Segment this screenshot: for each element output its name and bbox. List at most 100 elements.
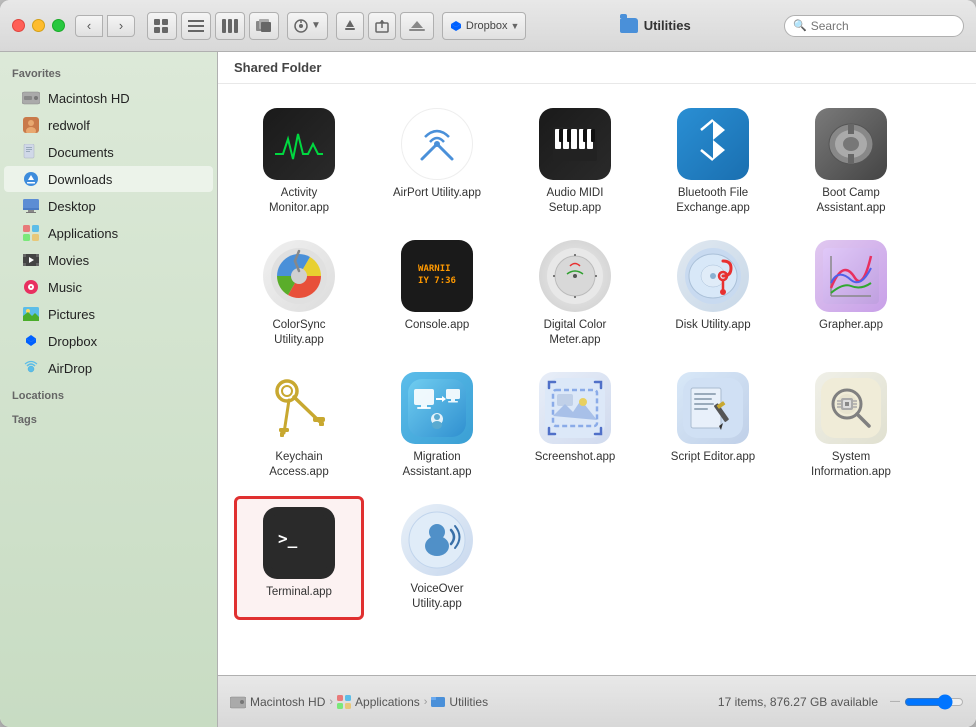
file-item-scripteditor[interactable]: Script Editor.app <box>648 364 778 488</box>
breadcrumb: Macintosh HD › Applications › Utilities <box>230 695 718 709</box>
tags-label: Tags <box>0 406 217 430</box>
grapher-icon <box>815 240 887 312</box>
action-toolbar <box>336 12 434 40</box>
shared-folder-label: Shared Folder <box>218 52 976 84</box>
file-item-voiceover[interactable]: VoiceOverUtility.app <box>372 496 502 620</box>
sidebar-item-label: AirDrop <box>48 361 92 376</box>
bluetooth-label: Bluetooth FileExchange.app <box>676 186 750 216</box>
zoom-minus[interactable]: — <box>890 696 900 707</box>
pictures-icon <box>22 305 40 323</box>
file-item-terminal[interactable]: >_ Terminal.app <box>234 496 364 620</box>
dropbox-toolbar: Dropbox ▼ <box>442 12 527 40</box>
sidebar-item-airdrop[interactable]: AirDrop <box>4 355 213 381</box>
sidebar-item-label: Applications <box>48 226 118 241</box>
airport-label: AirPort Utility.app <box>393 186 481 201</box>
svg-text:>_: >_ <box>278 529 298 548</box>
forward-button[interactable]: › <box>107 15 135 37</box>
back-button[interactable]: ‹ <box>75 15 103 37</box>
sidebar-item-label: Dropbox <box>48 334 97 349</box>
sidebar-item-dropbox[interactable]: Dropbox <box>4 328 213 354</box>
column-view-button[interactable] <box>215 12 245 40</box>
file-item-console[interactable]: WARNIIIY 7:36 Console.app <box>372 232 502 356</box>
window-body: Favorites Macintosh HD redwolf Documents <box>0 52 976 727</box>
main-content: Shared Folder ActivityMonitor.app AirPor… <box>218 52 976 727</box>
zoom-slider: — <box>890 694 964 710</box>
maximize-button[interactable] <box>52 19 65 32</box>
breadcrumb-hd[interactable]: Macintosh HD <box>230 695 325 709</box>
file-item-midi[interactable]: Audio MIDISetup.app <box>510 100 640 224</box>
breadcrumb-hd-label: Macintosh HD <box>250 695 325 709</box>
search-input[interactable] <box>811 19 955 33</box>
file-item-airport[interactable]: AirPort Utility.app <box>372 100 502 224</box>
sidebar-item-label: Desktop <box>48 199 96 214</box>
sysinfo-icon <box>815 372 887 444</box>
file-grid: ActivityMonitor.app AirPort Utility.app <box>218 84 976 675</box>
arrange-button[interactable]: ▼ <box>287 12 328 40</box>
dropbox-sidebar-icon <box>22 332 40 350</box>
file-item-diskutil[interactable]: Disk Utility.app <box>648 232 778 356</box>
file-item-sysinfo[interactable]: SystemInformation.app <box>786 364 916 488</box>
sidebar-item-applications[interactable]: Applications <box>4 220 213 246</box>
search-box[interactable]: 🔍 <box>784 15 964 37</box>
icon-view-button[interactable] <box>147 12 177 40</box>
action-button[interactable] <box>336 12 364 40</box>
activity-monitor-label: ActivityMonitor.app <box>269 186 329 216</box>
sidebar-item-label: redwolf <box>48 118 90 133</box>
sidebar-item-redwolf[interactable]: redwolf <box>4 112 213 138</box>
music-icon <box>22 278 40 296</box>
breadcrumb-sep1: › <box>329 696 333 708</box>
file-item-bootcamp[interactable]: Boot CampAssistant.app <box>786 100 916 224</box>
sidebar-item-label: Pictures <box>48 307 95 322</box>
zoom-range[interactable] <box>904 694 964 710</box>
digitalcolor-icon <box>539 240 611 312</box>
locations-label: Locations <box>0 382 217 406</box>
file-item-activity-monitor[interactable]: ActivityMonitor.app <box>234 100 364 224</box>
traffic-lights <box>12 19 65 32</box>
sidebar-item-label: Movies <box>48 253 89 268</box>
eject-button[interactable] <box>400 12 434 40</box>
window-title: Utilities <box>534 18 776 33</box>
bootcamp-label: Boot CampAssistant.app <box>816 186 885 216</box>
cover-view-button[interactable] <box>249 12 279 40</box>
terminal-icon: >_ <box>263 507 335 579</box>
sidebar-item-downloads[interactable]: Downloads <box>4 166 213 192</box>
user-icon <box>22 116 40 134</box>
keychain-icon <box>263 372 335 444</box>
sidebar-item-macintosh-hd[interactable]: Macintosh HD <box>4 85 213 111</box>
documents-icon <box>22 143 40 161</box>
sidebar-item-desktop[interactable]: Desktop <box>4 193 213 219</box>
file-item-migration[interactable]: MigrationAssistant.app <box>372 364 502 488</box>
sidebar-item-pictures[interactable]: Pictures <box>4 301 213 327</box>
file-item-screenshot[interactable]: Screenshot.app <box>510 364 640 488</box>
desktop-icon <box>22 197 40 215</box>
console-icon: WARNIIIY 7:36 <box>401 240 473 312</box>
file-item-grapher[interactable]: Grapher.app <box>786 232 916 356</box>
bootcamp-icon <box>815 108 887 180</box>
share-button[interactable] <box>368 12 396 40</box>
minimize-button[interactable] <box>32 19 45 32</box>
file-item-colorsync[interactable]: ColorSyncUtility.app <box>234 232 364 356</box>
sidebar-item-movies[interactable]: Movies <box>4 247 213 273</box>
close-button[interactable] <box>12 19 25 32</box>
file-item-bluetooth[interactable]: Bluetooth FileExchange.app <box>648 100 778 224</box>
midi-label: Audio MIDISetup.app <box>547 186 604 216</box>
breadcrumb-utilities[interactable]: Utilities <box>431 695 488 709</box>
file-item-keychain[interactable]: KeychainAccess.app <box>234 364 364 488</box>
sidebar-item-music[interactable]: Music <box>4 274 213 300</box>
file-item-digitalcolor[interactable]: Digital ColorMeter.app <box>510 232 640 356</box>
view-toolbar <box>147 12 279 40</box>
breadcrumb-apps[interactable]: Applications <box>337 695 420 709</box>
activity-monitor-icon <box>263 108 335 180</box>
bluetooth-icon <box>677 108 749 180</box>
sidebar-item-label: Music <box>48 280 82 295</box>
sidebar-item-label: Macintosh HD <box>48 91 130 106</box>
colorsync-label: ColorSyncUtility.app <box>272 318 325 348</box>
scripteditor-label: Script Editor.app <box>671 450 755 465</box>
airport-icon <box>401 108 473 180</box>
dropbox-button[interactable]: Dropbox ▼ <box>442 12 527 40</box>
diskutil-icon <box>677 240 749 312</box>
keychain-label: KeychainAccess.app <box>269 450 328 480</box>
sidebar-item-documents[interactable]: Documents <box>4 139 213 165</box>
sidebar-item-label: Documents <box>48 145 114 160</box>
list-view-button[interactable] <box>181 12 211 40</box>
